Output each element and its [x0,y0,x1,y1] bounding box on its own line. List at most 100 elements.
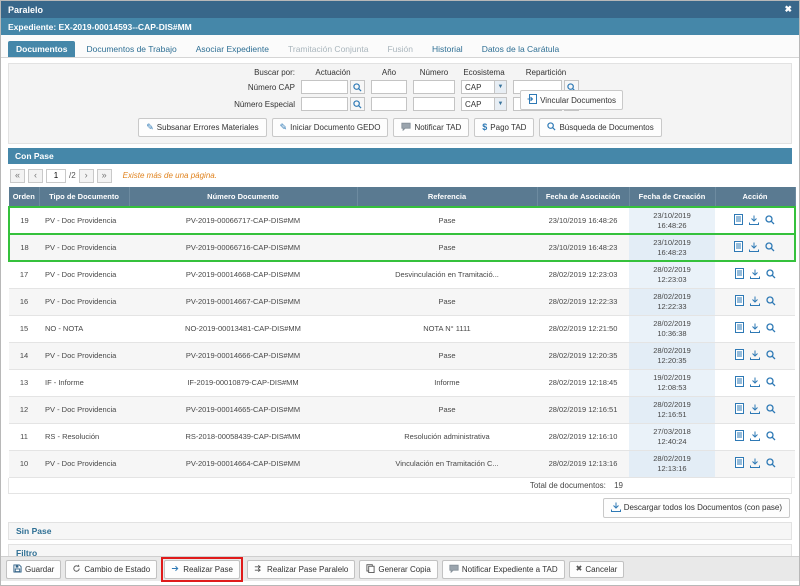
view-document-icon[interactable] [735,268,744,281]
cell-fecha-creacion: 23/10/201916:48:26 [629,207,715,234]
total-documents-row: Total de documentos: 19 [8,478,792,494]
search-icon[interactable] [765,215,775,227]
notificar-expediente-tad-button[interactable]: Notificar Expediente a TAD [442,560,565,579]
download-all-button[interactable]: Descargar todos los Documentos (con pase… [603,498,790,518]
section-label: Con Pase [15,151,54,161]
realizar-pase-button[interactable]: Realizar Pase [164,560,240,579]
filter-action-buttons: ✎ Subsanar Errores Materiales ✎ Iniciar … [9,118,791,137]
numero-cap-ano-input[interactable] [371,80,407,94]
busqueda-documentos-button[interactable]: Búsqueda de Documentos [539,118,661,137]
view-document-icon[interactable] [735,430,744,443]
view-document-icon[interactable] [735,403,744,416]
view-document-icon[interactable] [735,376,744,389]
table-row: 13IF - InformeIF-2019-00010879-CAP-DIS#M… [9,369,795,396]
search-icon[interactable] [766,296,776,308]
view-document-icon[interactable] [735,349,744,362]
cancelar-button[interactable]: ✖ Cancelar [569,561,625,578]
search-icon[interactable] [766,323,776,335]
cell-referencia: Pase [357,234,537,261]
download-icon[interactable] [750,350,760,362]
download-icon[interactable] [750,458,760,470]
search-icon[interactable] [766,377,776,389]
download-icon[interactable] [750,377,760,389]
numero-cap-actuacion-input[interactable] [301,80,348,94]
section-con-pase[interactable]: Con Pase [8,148,792,164]
download-icon[interactable] [749,242,759,254]
notificar-tad-button[interactable]: Notificar TAD [393,118,469,137]
download-icon[interactable] [750,269,760,281]
iniciar-documento-gedo-button[interactable]: ✎ Iniciar Documento GEDO [272,118,389,137]
button-label: Notificar Expediente a TAD [462,565,558,574]
cell-orden: 13 [9,369,39,396]
tab-documentos-de-trabajo[interactable]: Documentos de Trabajo [78,41,184,57]
search-icon[interactable] [350,97,365,111]
search-icon[interactable] [765,242,775,254]
vincular-documentos-button[interactable]: Vincular Documentos [520,90,623,110]
numero-especial-numero-input[interactable] [413,97,455,111]
search-icon[interactable] [766,404,776,416]
download-icon[interactable] [750,323,760,335]
download-icon[interactable] [750,404,760,416]
col-tipo-documento[interactable]: Tipo de Documento [39,187,129,207]
download-icon[interactable] [750,431,760,443]
view-document-icon[interactable] [734,241,743,254]
table-row: 15NO - NOTANO-2019-00013481-CAP-DIS#MMNO… [9,315,795,342]
tab-asociar-expediente[interactable]: Asociar Expediente [188,41,277,57]
view-document-icon[interactable] [735,457,744,470]
cell-referencia: Vinculación en Tramitación C... [357,450,537,477]
cell-fecha-asociacion: 28/02/2019 12:16:10 [537,423,629,450]
button-label: Cancelar [585,565,617,574]
pago-tad-button[interactable]: $ Pago TAD [474,118,534,137]
view-document-icon[interactable] [735,295,744,308]
section-label: Sin Pase [16,526,51,536]
cell-accion [715,342,795,369]
subsanar-errores-button[interactable]: ✎ Subsanar Errores Materiales [138,118,266,137]
cell-tipo-documento: PV - Doc Providencia [39,396,129,423]
footer-toolbar: Guardar Cambio de Estado Realizar Pase R… [1,556,799,581]
cell-fecha-asociacion: 28/02/2019 12:18:45 [537,369,629,396]
search-icon[interactable] [766,269,776,281]
numero-especial-ecosistema-select[interactable]: CAP ▼ [461,97,507,111]
numero-cap-numero-input[interactable] [413,80,455,94]
section-sin-pase[interactable]: Sin Pase [8,522,792,540]
cell-referencia: Pase [357,396,537,423]
cambio-de-estado-button[interactable]: Cambio de Estado [65,560,157,579]
pase-icon [171,564,180,575]
view-document-icon[interactable] [735,322,744,335]
button-label: Realizar Pase [183,565,233,574]
search-icon[interactable] [766,350,776,362]
search-icon[interactable] [766,458,776,470]
realizar-pase-paralelo-button[interactable]: Realizar Pase Paralelo [247,560,355,579]
col-fecha-creacion[interactable]: Fecha de Creación [629,187,715,207]
cell-tipo-documento: PV - Doc Providencia [39,207,129,234]
cell-numero-documento: PV-2019-00066717-CAP-DIS#MM [129,207,357,234]
page-number-input[interactable] [46,169,66,183]
next-page-button[interactable]: › [79,169,94,183]
first-page-button[interactable]: « [10,169,25,183]
search-icon[interactable] [350,80,365,94]
download-icon[interactable] [749,215,759,227]
table-row: 17PV - Doc ProvidenciaPV-2019-00014668-C… [9,261,795,288]
tab-documentos[interactable]: Documentos [8,41,75,57]
numero-especial-ano-input[interactable] [371,97,407,111]
numero-cap-ecosistema-select[interactable]: CAP ▼ [461,80,507,94]
numero-cap-label: Número CAP [221,83,295,92]
last-page-button[interactable]: » [97,169,112,183]
close-icon[interactable]: ✖ [784,5,792,14]
tab-historial[interactable]: Historial [424,41,471,57]
col-fecha-asociacion[interactable]: Fecha de Asociación [537,187,629,207]
generar-copia-button[interactable]: Generar Copia [359,560,437,579]
prev-page-button[interactable]: ‹ [28,169,43,183]
guardar-button[interactable]: Guardar [6,560,61,579]
view-document-icon[interactable] [734,214,743,227]
search-icon[interactable] [766,431,776,443]
col-numero-documento[interactable]: Número Documento [129,187,357,207]
col-referencia[interactable]: Referencia [357,187,537,207]
col-orden[interactable]: Orden [9,187,39,207]
tab-datos-caratula[interactable]: Datos de la Carátula [474,41,568,57]
numero-especial-actuacion-input[interactable] [301,97,348,111]
filter-panel: Buscar por: Actuación Año Número Ecosist… [8,63,792,144]
cell-accion [715,315,795,342]
cell-fecha-creacion: 28/02/201912:23:03 [629,261,715,288]
download-icon[interactable] [750,296,760,308]
